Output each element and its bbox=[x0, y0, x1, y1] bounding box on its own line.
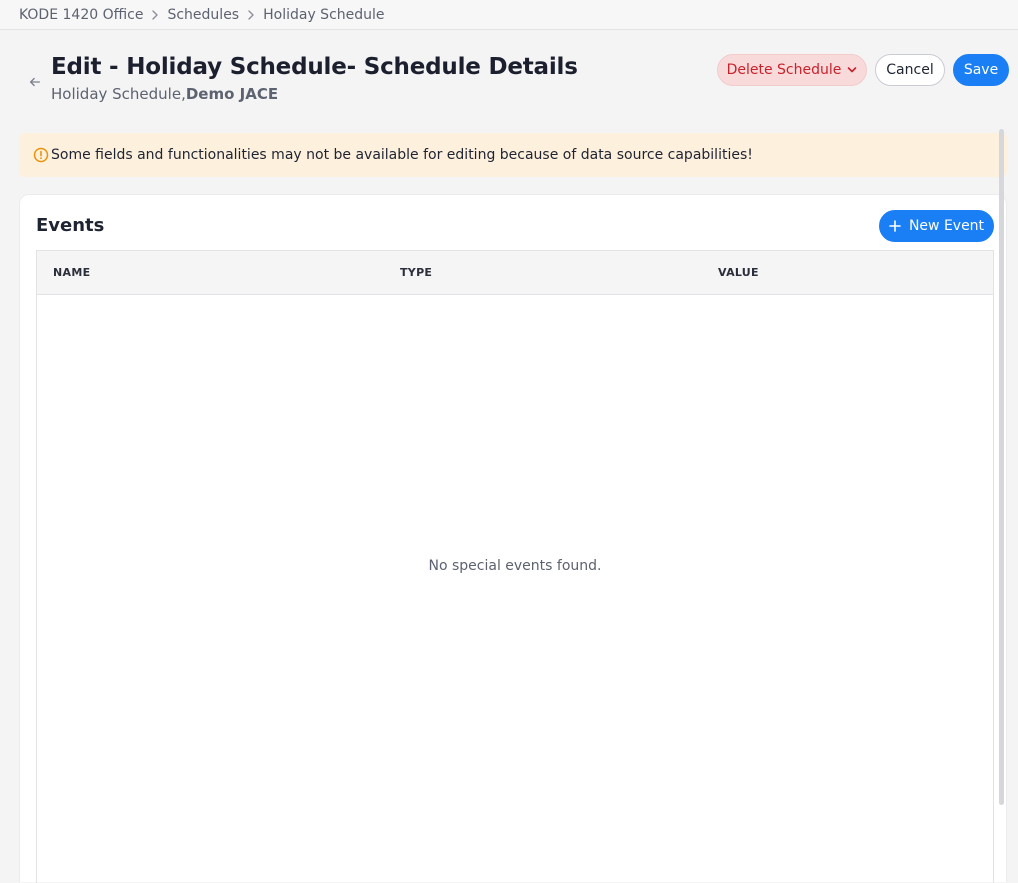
events-title: Events bbox=[36, 215, 105, 236]
new-event-button[interactable]: New Event bbox=[879, 210, 994, 242]
chevron-down-icon bbox=[847, 65, 857, 75]
new-event-label: New Event bbox=[908, 218, 985, 234]
warning-message: Some fields and functionalities may not … bbox=[51, 147, 753, 163]
column-header-name[interactable]: NAME bbox=[53, 266, 90, 279]
page-title: Edit - Holiday Schedule- Schedule Detail… bbox=[51, 54, 578, 80]
empty-state-message: No special events found. bbox=[428, 558, 602, 574]
alert-circle-icon bbox=[33, 147, 49, 163]
save-button[interactable]: Save bbox=[953, 54, 1009, 86]
breadcrumb: KODE 1420 Office Schedules Holiday Sched… bbox=[0, 0, 1018, 30]
subtitle-prefix: Holiday Schedule, bbox=[51, 85, 186, 103]
breadcrumb-item-holiday-schedule[interactable]: Holiday Schedule bbox=[263, 7, 384, 23]
plus-icon bbox=[889, 220, 901, 232]
page-subtitle: Holiday Schedule,Demo JACE bbox=[51, 85, 278, 103]
column-header-value[interactable]: VALUE bbox=[718, 266, 759, 279]
breadcrumb-item-schedules[interactable]: Schedules bbox=[167, 7, 239, 23]
arrow-left-icon[interactable] bbox=[27, 74, 43, 90]
delete-schedule-label: Delete Schedule bbox=[726, 62, 842, 78]
events-table: NAME TYPE VALUE No special events found. bbox=[36, 250, 994, 883]
delete-schedule-button[interactable]: Delete Schedule bbox=[717, 54, 867, 86]
table-header: NAME TYPE VALUE bbox=[37, 251, 993, 295]
chevron-right-icon bbox=[239, 7, 263, 23]
chevron-right-icon bbox=[143, 7, 167, 23]
warning-banner: Some fields and functionalities may not … bbox=[19, 133, 1007, 177]
breadcrumb-item-office[interactable]: KODE 1420 Office bbox=[19, 7, 143, 23]
events-panel: Events New Event NAME TYPE VALUE No spec… bbox=[19, 194, 1007, 883]
scrollbar[interactable] bbox=[999, 129, 1004, 805]
column-header-type[interactable]: TYPE bbox=[400, 266, 432, 279]
cancel-button[interactable]: Cancel bbox=[875, 54, 945, 86]
subtitle-device: Demo JACE bbox=[185, 85, 279, 103]
